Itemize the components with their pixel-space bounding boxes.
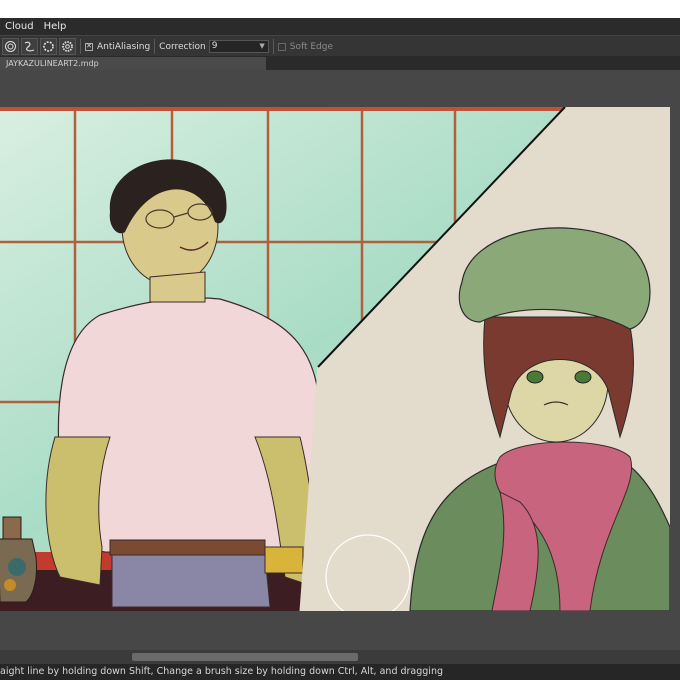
soft-edge-checkbox[interactable] xyxy=(277,42,286,51)
toolbar-divider xyxy=(154,39,156,54)
workspace xyxy=(0,70,680,650)
soft-edge-label: Soft Edge xyxy=(289,41,334,52)
document-tab[interactable]: JAYKAZULINEART2.mdp xyxy=(0,57,266,70)
scrollbar-thumb[interactable] xyxy=(132,653,358,661)
correction-select[interactable]: 9 ▼ xyxy=(208,40,269,53)
drawing-canvas[interactable] xyxy=(0,107,670,611)
stroke-curve-button[interactable] xyxy=(21,38,38,55)
man-belt xyxy=(109,539,266,556)
menu-help[interactable]: Help xyxy=(39,18,72,35)
man-wristband xyxy=(264,546,304,574)
gear-icon xyxy=(62,41,73,52)
menu-bar: Cloud Help xyxy=(0,18,680,35)
antialiasing-checkbox[interactable]: ✕ xyxy=(85,42,93,51)
man-pants xyxy=(111,554,271,608)
toolbar-divider xyxy=(80,39,81,54)
brush-target-button[interactable] xyxy=(2,38,19,55)
antialiasing-label: AntiAliasing xyxy=(97,41,151,52)
correction-label: Correction xyxy=(159,41,206,52)
artwork xyxy=(0,107,670,611)
gear-button[interactable] xyxy=(59,38,76,55)
tool-options-bar: ✕ AntiAliasing Correction 9 ▼ Soft Edge xyxy=(0,35,680,58)
gear-outline-icon xyxy=(43,41,54,52)
chevron-down-icon: ▼ xyxy=(259,42,265,50)
gear-outline-button[interactable] xyxy=(40,38,57,55)
menu-cloud[interactable]: Cloud xyxy=(0,18,39,35)
status-bar: aight line by holding down Shift, Change… xyxy=(0,664,680,680)
horizontal-scrollbar[interactable] xyxy=(0,650,680,664)
correction-value: 9 xyxy=(211,41,218,51)
stroke-curve-icon xyxy=(24,41,35,52)
document-tab-bar: JAYKAZULINEART2.mdp xyxy=(0,56,680,70)
brush-target-icon xyxy=(5,41,16,52)
toolbar-divider xyxy=(272,39,274,54)
